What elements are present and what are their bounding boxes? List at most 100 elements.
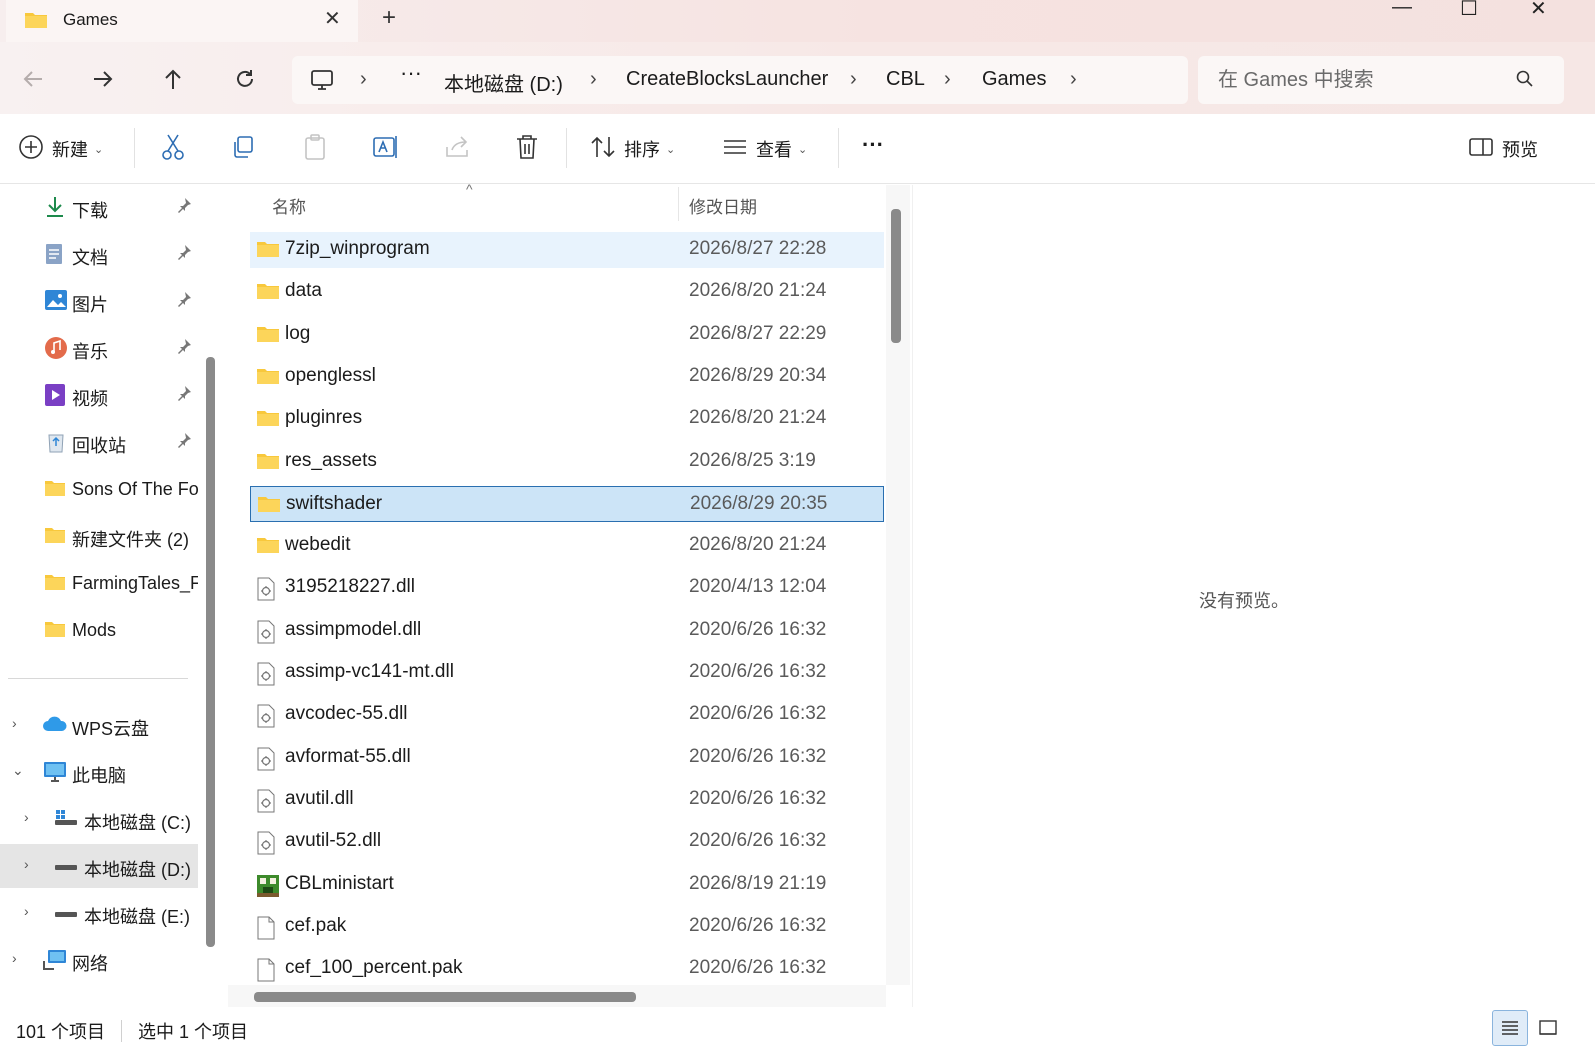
chevron-right-icon[interactable]: › xyxy=(360,68,367,91)
chevron-down-icon[interactable]: ⌄ xyxy=(12,762,24,779)
file-name: cef_100_percent.pak xyxy=(285,957,463,979)
file-row[interactable]: 7zip_winprogram 2026/8/27 22:28 xyxy=(250,232,884,268)
details-view-button[interactable] xyxy=(1492,1010,1528,1046)
view-button[interactable]: 查看 ⌄ xyxy=(722,134,807,164)
file-row[interactable]: log 2026/8/27 22:29 xyxy=(250,317,884,353)
file-row[interactable]: avformat-55.dll 2020/6/26 16:32 xyxy=(250,740,884,776)
breadcrumb-item-games[interactable]: Games xyxy=(982,68,1046,91)
more-options-button[interactable]: ··· xyxy=(862,130,884,160)
pin-icon[interactable] xyxy=(176,385,192,406)
copy-button[interactable] xyxy=(230,134,256,164)
tab-close-icon[interactable]: ✕ xyxy=(324,6,341,31)
back-icon[interactable] xyxy=(18,64,48,94)
dll-file-icon xyxy=(256,620,276,649)
address-bar[interactable]: › ··· 本地磁盘 (D:) › CreateBlocksLauncher ›… xyxy=(292,56,1188,104)
file-row[interactable]: swiftshader 2026/8/29 20:35 xyxy=(250,485,884,522)
sidebar-item-this-pc[interactable]: ⌄ 此电脑 xyxy=(0,750,198,794)
minimize-button[interactable]: — xyxy=(1392,0,1412,19)
chevron-right-icon[interactable]: › xyxy=(590,68,597,91)
refresh-icon[interactable] xyxy=(230,64,260,94)
cut-button[interactable] xyxy=(160,134,186,164)
file-row[interactable]: 3195218227.dll 2020/4/13 12:04 xyxy=(250,570,884,606)
pin-icon[interactable] xyxy=(176,197,192,218)
chevron-right-icon[interactable]: › xyxy=(12,950,17,966)
sidebar-item-music[interactable]: 音乐 xyxy=(0,326,198,370)
sidebar-item-downloads[interactable]: 下载 xyxy=(0,185,198,229)
share-button[interactable] xyxy=(444,134,470,164)
chevron-right-icon[interactable]: › xyxy=(24,856,29,872)
delete-button[interactable] xyxy=(514,134,540,164)
chevron-right-icon[interactable]: › xyxy=(24,903,29,919)
file-date: 2026/8/25 3:19 xyxy=(689,449,816,471)
sidebar-item-documents[interactable]: 文档 xyxy=(0,232,198,276)
sidebar-item-new-folder-2[interactable]: 新建文件夹 (2) xyxy=(0,514,198,558)
paste-button[interactable] xyxy=(302,133,328,166)
file-row[interactable]: webedit 2026/8/20 21:24 xyxy=(250,528,884,564)
file-row[interactable]: cef.pak 2020/6/26 16:32 xyxy=(250,909,884,945)
close-window-button[interactable]: ✕ xyxy=(1530,0,1547,21)
sidebar-item-drive-c[interactable]: › 本地磁盘 (C:) xyxy=(0,797,198,841)
scrollbar-thumb[interactable] xyxy=(891,209,901,343)
file-row[interactable]: pluginres 2026/8/20 21:24 xyxy=(250,401,884,437)
rename-button[interactable] xyxy=(372,134,400,164)
file-name: avformat-55.dll xyxy=(285,745,411,767)
file-date: 2026/8/19 21:19 xyxy=(689,872,827,894)
horizontal-scrollbar[interactable] xyxy=(228,985,886,1007)
sort-button[interactable]: 排序 ⌄ xyxy=(590,134,675,164)
tab-games[interactable]: Games ✕ xyxy=(6,0,358,42)
column-divider[interactable] xyxy=(678,187,679,221)
scrollbar-thumb[interactable] xyxy=(206,357,215,947)
tiles-view-button[interactable] xyxy=(1530,1010,1566,1046)
file-row[interactable]: cef_100_percent.pak 2020/6/26 16:32 xyxy=(250,951,884,987)
chevron-right-icon[interactable]: › xyxy=(24,809,29,825)
sidebar-item-wps-cloud[interactable]: › WPS云盘 xyxy=(0,703,198,747)
file-row[interactable]: avutil-52.dll 2020/6/26 16:32 xyxy=(250,824,884,860)
chevron-right-icon[interactable]: › xyxy=(12,715,17,731)
new-button[interactable]: 新建 ⌄ xyxy=(18,134,103,164)
pin-icon[interactable] xyxy=(176,244,192,265)
chevron-right-icon[interactable]: › xyxy=(850,68,857,91)
new-tab-button[interactable]: + xyxy=(382,4,396,32)
sidebar-item-pictures[interactable]: 图片 xyxy=(0,279,198,323)
pin-icon[interactable] xyxy=(176,291,192,312)
sidebar-item-sons-of-the-forest[interactable]: Sons Of The Fo xyxy=(0,467,198,511)
sidebar-item-drive-d[interactable]: › 本地磁盘 (D:) xyxy=(0,844,198,888)
monitor-icon[interactable] xyxy=(310,68,334,97)
forward-icon[interactable] xyxy=(88,64,118,94)
vertical-scrollbar[interactable] xyxy=(886,185,910,985)
chevron-right-icon[interactable]: › xyxy=(944,68,951,91)
column-header-name[interactable]: 名称 xyxy=(272,193,306,218)
preview-pane-button[interactable]: 预览 xyxy=(1468,134,1538,164)
pin-icon[interactable] xyxy=(176,338,192,359)
file-row[interactable]: openglessl 2026/8/29 20:34 xyxy=(250,359,884,395)
file-row[interactable]: assimpmodel.dll 2020/6/26 16:32 xyxy=(250,613,884,649)
up-icon[interactable] xyxy=(158,64,188,94)
sidebar-item-mods[interactable]: Mods xyxy=(0,608,198,652)
search-input[interactable] xyxy=(1218,66,1508,94)
app-icon xyxy=(256,874,280,903)
maximize-button[interactable]: ☐ xyxy=(1460,0,1478,21)
breadcrumb-item-cbl[interactable]: CBL xyxy=(886,68,925,91)
dll-file-icon xyxy=(256,747,276,776)
sidebar-item-videos[interactable]: 视频 xyxy=(0,373,198,417)
sidebar-item-drive-e[interactable]: › 本地磁盘 (E:) xyxy=(0,891,198,935)
scrollbar-thumb[interactable] xyxy=(254,992,636,1002)
sidebar-item-recycle-bin[interactable]: 回收站 xyxy=(0,420,198,464)
file-row[interactable]: CBLministart 2026/8/19 21:19 xyxy=(250,867,884,903)
sidebar-scrollbar[interactable] xyxy=(204,357,215,947)
breadcrumb-more[interactable]: ··· xyxy=(400,60,422,86)
sidebar-item-network[interactable]: › 网络 xyxy=(0,938,198,982)
file-row[interactable]: avutil.dll 2020/6/26 16:32 xyxy=(250,782,884,818)
pin-icon[interactable] xyxy=(176,432,192,453)
search-icon[interactable] xyxy=(1516,70,1534,93)
breadcrumb-item-drive-d[interactable]: 本地磁盘 (D:) xyxy=(444,68,563,97)
chevron-right-icon[interactable]: › xyxy=(1070,68,1077,91)
file-row[interactable]: data 2026/8/20 21:24 xyxy=(250,274,884,310)
sidebar-item-farmingtales[interactable]: FarmingTales_F xyxy=(0,561,198,605)
file-row[interactable]: avcodec-55.dll 2020/6/26 16:32 xyxy=(250,697,884,733)
column-header-date[interactable]: 修改日期 xyxy=(689,193,757,218)
clipboard-icon xyxy=(302,133,328,166)
file-row[interactable]: assimp-vc141-mt.dll 2020/6/26 16:32 xyxy=(250,655,884,691)
file-row[interactable]: res_assets 2026/8/25 3:19 xyxy=(250,444,884,480)
breadcrumb-item-createblockslauncher[interactable]: CreateBlocksLauncher xyxy=(626,68,828,91)
